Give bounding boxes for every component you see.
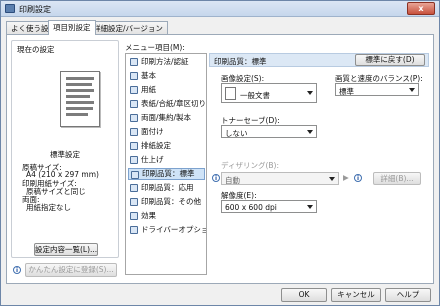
menu-item-quality-standard[interactable]: 印刷品質：標準 <box>128 168 205 180</box>
chevron-down-icon <box>409 88 415 92</box>
printer-icon <box>5 4 15 13</box>
title-bar: 印刷設定 x <box>1 1 439 17</box>
menu-item-duplex[interactable]: 両面/集約/製本 <box>128 112 205 124</box>
dithering-label: ディザリング(B): <box>221 161 279 170</box>
close-button[interactable]: x <box>407 2 435 15</box>
tab-advanced-version[interactable]: 詳細設定/バージョン <box>88 21 168 34</box>
resolution-select[interactable]: 600 x 600 dpi <box>221 200 317 213</box>
paper-icon <box>130 86 138 94</box>
cancel-button[interactable]: キャンセル <box>331 288 381 302</box>
menu-item-driver-option[interactable]: ドライバーオプション <box>128 224 206 236</box>
menu-list[interactable]: 印刷方法/認証 基本 用紙 表紙/合紙/章区切り 両面/集約/製本 面付け 排紙… <box>125 53 207 275</box>
ok-button[interactable]: OK <box>281 288 327 302</box>
menu-item-effect[interactable]: 効果 <box>128 210 205 222</box>
document-icon <box>130 72 138 80</box>
quality-advanced-icon <box>130 184 138 192</box>
menu-item-output[interactable]: 排紙設定 <box>128 140 205 152</box>
finish-icon <box>130 156 138 164</box>
help-button[interactable]: ヘルプ <box>385 288 431 302</box>
section-title: 印刷品質：標準 <box>214 57 267 66</box>
lock-icon <box>130 58 138 66</box>
menu-item-print-method[interactable]: 印刷方法/認証 <box>128 56 205 68</box>
arrow-right-icon: ▶ <box>343 173 349 182</box>
quality-settings-area: 印刷品質：標準 標準に戻す(D) 画像設定(S): 一般文書 画質と速度のバラン… <box>209 53 429 275</box>
document-icon <box>225 87 236 100</box>
duplex-icon <box>130 114 138 122</box>
menu-item-finish[interactable]: 仕上げ <box>128 154 205 166</box>
menu-title: メニュー項目(M): <box>125 43 185 52</box>
gear-icon <box>130 226 138 234</box>
layout-icon <box>130 128 138 136</box>
quality-other-icon <box>130 198 138 206</box>
detail-line: 用紙指定なし <box>26 203 71 212</box>
window-title: 印刷設定 <box>19 5 51 14</box>
effect-icon <box>130 212 138 220</box>
menu-item-quality-advanced[interactable]: 印刷品質：応用 <box>128 182 205 194</box>
tab-detailed-items[interactable]: 項目別設定 <box>48 20 96 35</box>
current-settings-group: 現在の設定 標準設定 原稿サイズ: A4 (210 x 297 mm) 印刷用紙… <box>11 40 119 258</box>
output-icon <box>130 142 138 150</box>
register-quick-setting-button[interactable]: かんたん設定に登録(S)... <box>25 263 117 277</box>
info-icon: i <box>212 174 220 182</box>
chevron-down-icon <box>307 205 313 209</box>
cover-icon <box>130 100 138 108</box>
image-setting-select[interactable]: 一般文書 <box>221 83 317 103</box>
menu-item-cover[interactable]: 表紙/合紙/章区切り <box>128 98 206 110</box>
menu-item-quality-other[interactable]: 印刷品質：その他 <box>128 196 205 208</box>
settings-panel: 現在の設定 標準設定 原稿サイズ: A4 (210 x 297 mm) 印刷用紙… <box>6 34 434 284</box>
page-preview <box>60 71 100 127</box>
quality-icon <box>131 171 139 179</box>
info-icon: i <box>13 266 21 274</box>
print-settings-window: 印刷設定 x よく使う設定 項目別設定 詳細設定/バージョン 現在の設定 標準設… <box>0 0 440 306</box>
restore-default-button[interactable]: 標準に戻す(D) <box>355 54 425 66</box>
menu-item-paper[interactable]: 用紙 <box>128 84 205 96</box>
current-settings-label: 現在の設定 <box>17 45 55 54</box>
dithering-select[interactable]: 自動 <box>221 172 339 185</box>
info-icon: i <box>354 174 362 182</box>
menu-item-layout[interactable]: 面付け <box>128 126 205 138</box>
balance-select[interactable]: 標準 <box>335 83 419 96</box>
detail-button[interactable]: 詳細(B)... <box>373 172 421 185</box>
chevron-down-icon <box>307 130 313 134</box>
toner-save-select[interactable]: しない <box>221 125 317 138</box>
setting-name: 標準設定 <box>50 150 80 159</box>
settings-list-button[interactable]: 設定内容一覧(L)... <box>34 243 98 256</box>
menu-item-basic[interactable]: 基本 <box>128 70 205 82</box>
chevron-down-icon <box>329 177 335 181</box>
